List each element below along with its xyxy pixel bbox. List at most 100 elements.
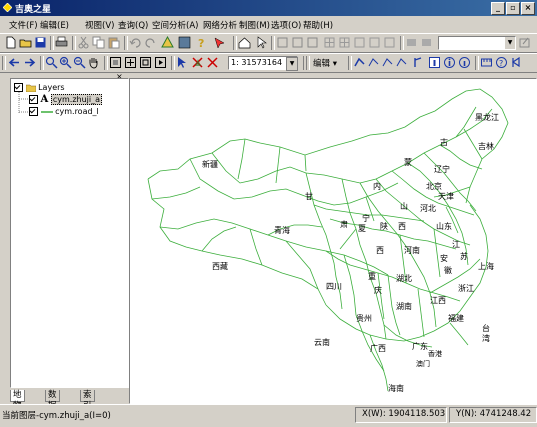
measure-icon[interactable] <box>480 56 493 69</box>
maximize-button[interactable]: ▫ <box>506 2 520 15</box>
minimize-button[interactable]: _ <box>491 2 505 15</box>
locate-icon[interactable] <box>510 56 523 69</box>
standard-toolbar: ? ▼ <box>0 33 537 53</box>
back-arrow-icon[interactable] <box>8 56 21 69</box>
menu-network-analysis[interactable]: 网络分析 <box>203 19 237 31</box>
place-label: 黑龙江 <box>475 113 499 122</box>
place-label: 贵州 <box>356 314 372 323</box>
add-layer-icon[interactable] <box>161 36 174 49</box>
open-folder-icon[interactable] <box>19 36 32 49</box>
svg-text:?: ? <box>499 59 503 68</box>
query-help-icon[interactable]: ? <box>495 56 508 69</box>
layer-properties-icon[interactable] <box>178 36 191 49</box>
grid-tool-4-icon[interactable] <box>368 36 381 49</box>
edit-move-icon[interactable] <box>381 56 394 69</box>
place-label: 古 <box>440 138 448 147</box>
zoom-out-icon[interactable] <box>73 56 86 69</box>
clear-selection-icon[interactable] <box>191 56 204 69</box>
menu-view[interactable]: 视图(V) <box>85 19 114 31</box>
place-label: 广东 <box>412 342 428 351</box>
fixed-zoom-in-icon[interactable] <box>124 56 137 69</box>
menu-spatial-analysis[interactable]: 空间分析(A) <box>152 19 198 31</box>
print-icon[interactable] <box>55 36 68 49</box>
menu-file[interactable]: 文件(F) <box>9 19 38 31</box>
info-table-icon[interactable] <box>428 56 441 69</box>
layer-tool-1-icon[interactable] <box>405 36 418 49</box>
place-label: 四川 <box>326 282 342 291</box>
forward-arrow-icon[interactable] <box>23 56 36 69</box>
edit-menu-button[interactable]: 编辑 ▾ <box>313 57 337 69</box>
select-by-area-icon[interactable] <box>206 56 219 69</box>
paste-icon[interactable] <box>107 36 120 49</box>
undo-icon[interactable] <box>129 36 142 49</box>
menu-edit[interactable]: 编辑(E) <box>40 19 69 31</box>
copy-icon[interactable] <box>92 36 105 49</box>
new-file-icon[interactable] <box>4 36 17 49</box>
save-icon[interactable] <box>34 36 47 49</box>
place-label: 江 <box>452 240 460 249</box>
menu-options[interactable]: 选项(O) <box>271 19 301 31</box>
zoom-in-icon[interactable] <box>59 56 72 69</box>
place-label: 澳门 <box>416 360 430 368</box>
title-bar: 吉奥之星 _ ▫ × <box>0 0 537 16</box>
place-label: 山东 <box>436 222 452 231</box>
cut-icon[interactable] <box>77 36 90 49</box>
layer-zhuji-label: cym.zhuji_a <box>50 94 103 105</box>
layer-tree-panel: Layers A cym.zhuji_a cym.road_l <box>10 78 129 388</box>
line-layer-icon <box>40 110 53 113</box>
place-label: 上海 <box>478 262 494 271</box>
layer-tool-2-icon[interactable] <box>420 36 433 49</box>
menu-query[interactable]: 查询(Q) <box>118 19 148 31</box>
menu-cartography[interactable]: 制图(M) <box>239 19 270 31</box>
x-coordinate: X(W): 1904118.503 <box>362 409 446 419</box>
tab-features[interactable]: 地物层 <box>10 390 25 422</box>
edit-tool-2-icon[interactable] <box>291 36 304 49</box>
close-button[interactable]: × <box>521 2 535 15</box>
place-label: 肃 <box>340 220 348 229</box>
home-icon[interactable] <box>238 36 251 49</box>
info-icon[interactable] <box>443 56 456 69</box>
road-network <box>147 88 509 392</box>
place-label: 云南 <box>314 338 330 347</box>
place-label: 重 <box>368 272 376 281</box>
full-extent-icon[interactable] <box>109 56 122 69</box>
menu-help[interactable]: 帮助(H) <box>303 19 333 31</box>
annotation-layer-icon: A <box>40 94 49 105</box>
edit-draw-icon[interactable] <box>367 56 380 69</box>
help-icon[interactable]: ? <box>195 36 208 49</box>
scale-dropdown-arrow[interactable]: ▼ <box>286 57 298 71</box>
grid-tool-1-icon[interactable] <box>323 36 336 49</box>
layer-road-label: cym.road_l <box>55 107 99 116</box>
svg-text:?: ? <box>198 37 204 49</box>
place-label: 湖南 <box>396 302 412 311</box>
identify-icon[interactable] <box>213 36 226 49</box>
attribute-icon[interactable] <box>412 56 425 69</box>
place-label: 福建 <box>448 314 464 323</box>
place-label: 甘 <box>305 192 313 201</box>
edit-tool-3-icon[interactable] <box>306 36 319 49</box>
place-label: 香港 <box>428 350 442 358</box>
grid-tool-5-icon[interactable] <box>383 36 396 49</box>
map-canvas[interactable]: 黑龙江 吉林 古 蒙 新疆 辽宁 内 北京 天津 甘 山 河北 宁 青海 肃 夏… <box>129 78 537 404</box>
pan-hand-icon[interactable] <box>87 56 100 69</box>
edit-tool-1-icon[interactable] <box>276 36 289 49</box>
current-layer-status: 当前图层-cym.zhuji_a(I=0) <box>2 411 111 421</box>
place-label: 天津 <box>438 192 454 201</box>
zoom-window-icon[interactable] <box>45 56 58 69</box>
grid-tool-2-icon[interactable] <box>338 36 351 49</box>
layer-dropdown[interactable]: ▼ <box>438 36 516 50</box>
place-label: 青海 <box>274 226 290 235</box>
tab-index-map[interactable]: 索引图 <box>80 390 95 422</box>
place-label: 河北 <box>420 204 436 213</box>
edit-delete-icon[interactable] <box>395 56 408 69</box>
info-alt-icon[interactable] <box>458 56 471 69</box>
select-arrow-icon[interactable] <box>255 36 268 49</box>
tab-datasource[interactable]: 数据源 <box>45 390 60 422</box>
edit-pencil-icon[interactable] <box>518 36 531 49</box>
select-feature-icon[interactable] <box>176 56 189 69</box>
redo-icon[interactable] <box>144 36 157 49</box>
refresh-icon[interactable] <box>154 56 167 69</box>
edit-vertex-icon[interactable] <box>353 56 366 69</box>
grid-tool-3-icon[interactable] <box>353 36 366 49</box>
fixed-zoom-out-icon[interactable] <box>139 56 152 69</box>
